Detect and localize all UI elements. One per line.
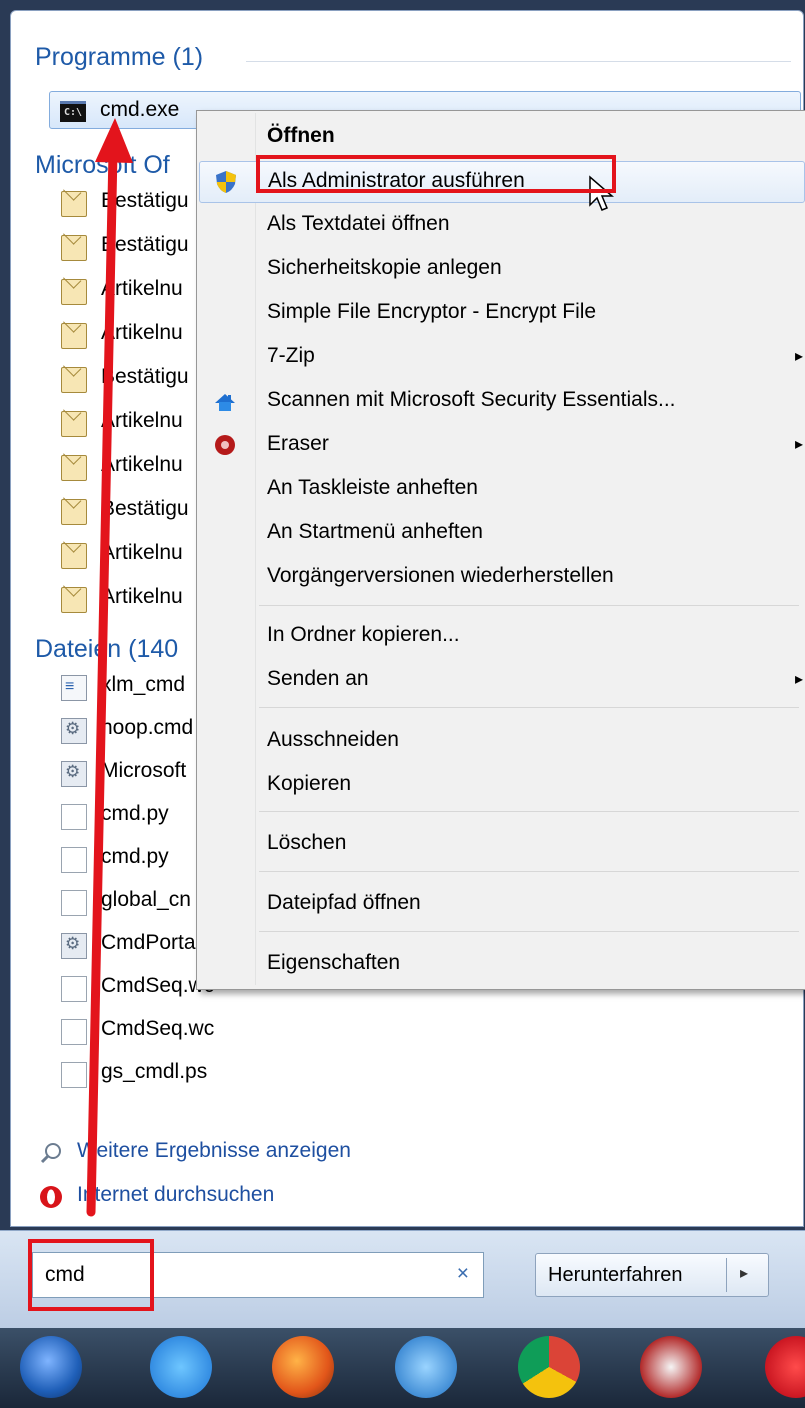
annotation-arrow — [86, 118, 133, 1217]
